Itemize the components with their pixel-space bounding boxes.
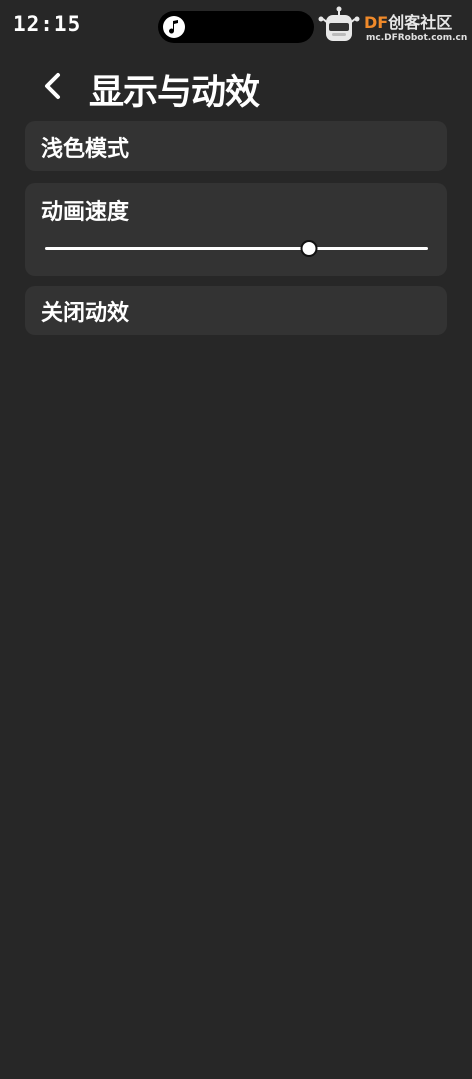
disable-animation-row[interactable]: 关闭动效 <box>25 286 447 335</box>
watermark-brand-df: DF <box>364 13 389 32</box>
music-note-icon <box>163 16 185 38</box>
page-header: 显示与动效 <box>0 60 472 116</box>
disable-animation-label: 关闭动效 <box>41 301 130 326</box>
animation-speed-label: 动画速度 <box>41 200 130 225</box>
slider-thumb[interactable] <box>300 240 318 257</box>
dynamic-island[interactable] <box>158 11 314 43</box>
watermark-brand: DF创客社区 <box>364 9 452 33</box>
chevron-left-icon <box>45 73 60 99</box>
slider-track[interactable] <box>45 247 428 250</box>
page-title: 显示与动效 <box>89 73 260 113</box>
dfrobot-watermark: DF创客社区 mc.DFRobot.com.cn <box>318 5 468 47</box>
animation-speed-card: 动画速度 <box>25 183 447 276</box>
robot-logo-icon <box>318 6 360 41</box>
light-mode-row[interactable]: 浅色模式 <box>25 121 447 171</box>
back-button[interactable] <box>34 66 70 106</box>
watermark-brand-rest: 创客社区 <box>388 13 453 32</box>
animation-speed-slider[interactable] <box>45 239 428 259</box>
light-mode-label: 浅色模式 <box>41 137 130 162</box>
watermark-url: mc.DFRobot.com.cn <box>366 33 468 43</box>
status-time: 12:15 <box>13 12 82 36</box>
